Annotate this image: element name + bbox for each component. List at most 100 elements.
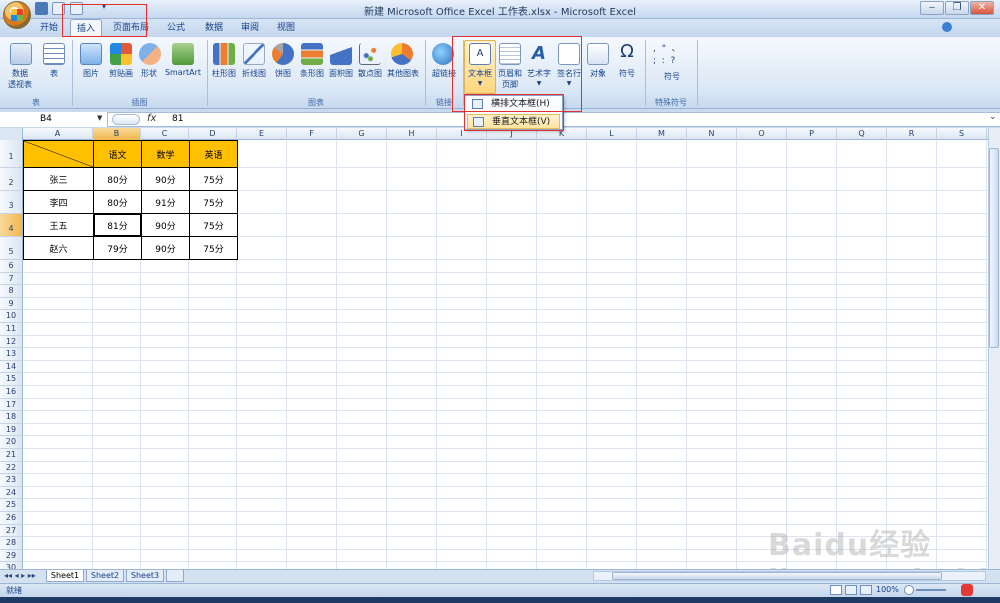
- row-header[interactable]: 19: [0, 423, 23, 437]
- signature-line-icon[interactable]: [558, 43, 580, 65]
- name-cell[interactable]: 王五: [23, 213, 94, 237]
- header-cell-math[interactable]: 数学: [141, 140, 190, 168]
- column-chart-icon[interactable]: [213, 43, 235, 65]
- row-header[interactable]: 17: [0, 398, 23, 412]
- row-header[interactable]: 10: [0, 310, 23, 323]
- tab-insert[interactable]: 插入: [70, 19, 102, 37]
- column-header[interactable]: N: [687, 128, 737, 140]
- tab-formulas[interactable]: 公式: [160, 19, 192, 37]
- row-header[interactable]: 7: [0, 272, 23, 286]
- row-header[interactable]: 1: [0, 140, 23, 168]
- score-cell[interactable]: 75分: [189, 167, 238, 191]
- select-all-corner[interactable]: [0, 128, 23, 140]
- name-cell[interactable]: 李四: [23, 190, 94, 214]
- row-header[interactable]: 23: [0, 474, 23, 487]
- column-header[interactable]: P: [787, 128, 837, 140]
- pie-chart-icon[interactable]: [272, 43, 294, 65]
- horizontal-scroll-thumb[interactable]: [612, 572, 942, 580]
- column-header[interactable]: M: [637, 128, 687, 140]
- row-header[interactable]: 20: [0, 436, 23, 449]
- row-header[interactable]: 26: [0, 512, 23, 525]
- other-charts-icon[interactable]: [391, 43, 413, 65]
- close-button[interactable]: ✕: [970, 1, 994, 15]
- header-cell-english[interactable]: 英语: [189, 140, 238, 168]
- tab-data[interactable]: 数据: [198, 19, 230, 37]
- page-break-view-icon[interactable]: [860, 585, 872, 595]
- horizontal-textbox-item[interactable]: 横排文本框(H): [467, 97, 560, 112]
- column-header[interactable]: R: [887, 128, 937, 140]
- qat-customize-icon[interactable]: ▾: [102, 2, 106, 11]
- hyperlink-icon[interactable]: [432, 43, 454, 65]
- column-header[interactable]: F: [287, 128, 337, 140]
- sheet-nav-arrows-icon[interactable]: ◂◂ ◂ ▸ ▸▸: [4, 571, 36, 580]
- redo-icon[interactable]: [70, 2, 83, 15]
- row-header[interactable]: 11: [0, 323, 23, 336]
- smartart-icon[interactable]: [172, 43, 194, 65]
- zoom-level[interactable]: 100%: [876, 585, 899, 594]
- special-symbols-icon[interactable]: , ° ､; : ?: [653, 43, 693, 69]
- vertical-textbox-item[interactable]: 垂直文本框(V): [467, 114, 560, 129]
- help-icon[interactable]: [942, 22, 952, 32]
- formula-cancel-enter-icon[interactable]: [112, 114, 140, 125]
- name-cell[interactable]: 赵六: [23, 236, 94, 260]
- score-cell[interactable]: 75分: [189, 236, 238, 260]
- bar-chart-icon[interactable]: [301, 43, 323, 65]
- name-cell[interactable]: 张三: [23, 167, 94, 191]
- normal-view-icon[interactable]: [830, 585, 842, 595]
- header-footer-icon[interactable]: [499, 43, 521, 65]
- row-header[interactable]: 5: [0, 237, 23, 260]
- special-symbol-label[interactable]: 符号: [652, 71, 692, 82]
- row-header[interactable]: 30: [0, 562, 23, 569]
- object-icon[interactable]: [587, 43, 609, 65]
- page-layout-view-icon[interactable]: [845, 585, 857, 595]
- area-chart-icon[interactable]: [330, 43, 352, 65]
- row-header[interactable]: 29: [0, 549, 23, 563]
- row-header[interactable]: 8: [0, 285, 23, 298]
- shapes-icon[interactable]: [139, 43, 161, 65]
- vertical-scroll-thumb[interactable]: [989, 148, 999, 348]
- tab-review[interactable]: 审阅: [234, 19, 266, 37]
- column-header[interactable]: H: [387, 128, 437, 140]
- row-header[interactable]: 28: [0, 537, 23, 550]
- row-header[interactable]: 22: [0, 461, 23, 475]
- score-cell[interactable]: 90分: [141, 236, 190, 260]
- header-cell-chinese[interactable]: 语文: [93, 140, 142, 168]
- row-header[interactable]: 12: [0, 335, 23, 349]
- pivot-table-icon[interactable]: [10, 43, 32, 65]
- column-header[interactable]: S: [937, 128, 987, 140]
- save-icon[interactable]: [35, 2, 48, 15]
- row-header[interactable]: 15: [0, 373, 23, 386]
- picture-icon[interactable]: [80, 43, 102, 65]
- row-header[interactable]: 21: [0, 449, 23, 462]
- scatter-chart-icon[interactable]: [359, 43, 381, 65]
- clipart-icon[interactable]: [110, 43, 132, 65]
- line-chart-icon[interactable]: [243, 43, 265, 65]
- row-header[interactable]: 4: [0, 214, 23, 237]
- zoom-out-icon[interactable]: [904, 585, 914, 595]
- score-cell[interactable]: 91分: [141, 190, 190, 214]
- row-header[interactable]: 16: [0, 386, 23, 399]
- column-header[interactable]: A: [23, 128, 93, 140]
- sheet-tab-3[interactable]: Sheet3: [126, 570, 164, 582]
- column-header[interactable]: D: [189, 128, 237, 140]
- row-header[interactable]: 13: [0, 348, 23, 361]
- sogou-ime-icon[interactable]: [961, 584, 973, 596]
- row-header[interactable]: 2: [0, 168, 23, 191]
- row-header[interactable]: 6: [0, 260, 23, 273]
- column-header[interactable]: L: [587, 128, 637, 140]
- score-cell[interactable]: 90分: [141, 213, 190, 237]
- score-cell[interactable]: 75分: [189, 213, 238, 237]
- row-header[interactable]: 9: [0, 297, 23, 311]
- sheet-tab-2[interactable]: Sheet2: [86, 570, 124, 582]
- expand-formula-bar-icon[interactable]: ⌄: [989, 112, 997, 122]
- score-cell[interactable]: 90分: [141, 167, 190, 191]
- tab-view[interactable]: 视图: [270, 19, 302, 37]
- office-button[interactable]: [3, 1, 31, 29]
- column-header[interactable]: C: [141, 128, 189, 140]
- selected-cell[interactable]: 81分: [93, 213, 142, 237]
- column-header[interactable]: O: [737, 128, 787, 140]
- sheet-tab-1[interactable]: Sheet1: [46, 570, 84, 582]
- zoom-slider[interactable]: [916, 589, 946, 591]
- insert-function-icon[interactable]: fx: [147, 113, 156, 124]
- formula-input[interactable]: 81: [172, 112, 183, 127]
